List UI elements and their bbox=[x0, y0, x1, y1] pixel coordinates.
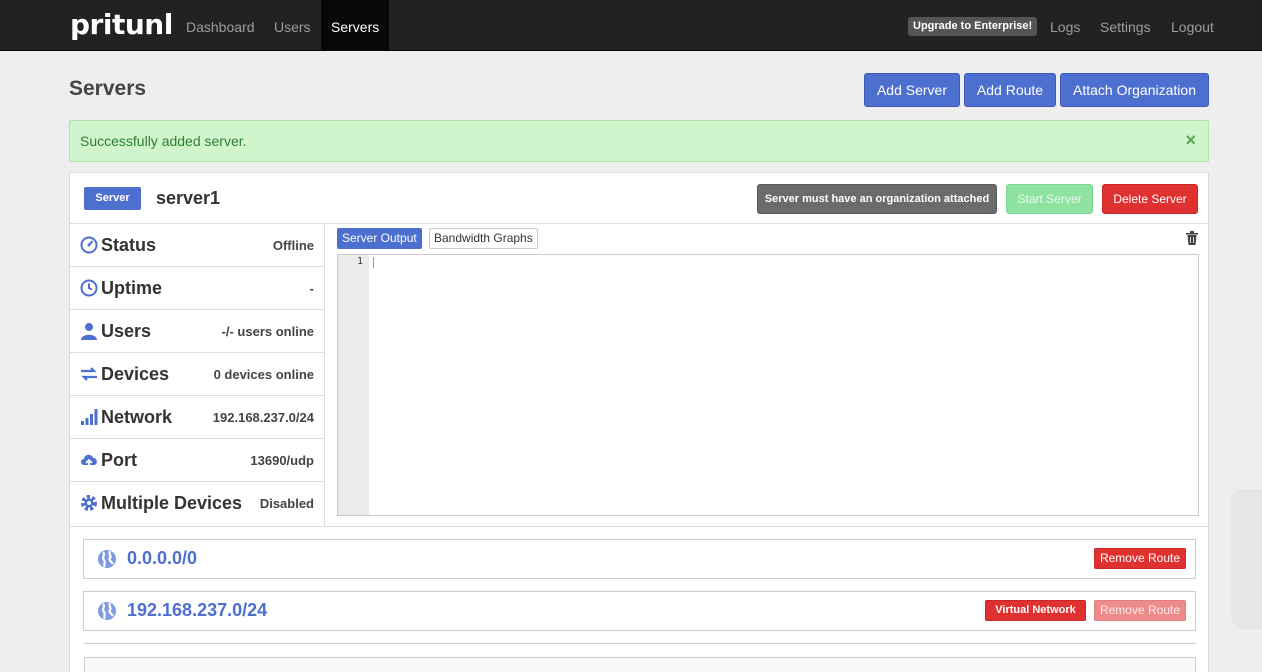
route-network[interactable]: 0.0.0.0/0 bbox=[127, 548, 197, 569]
route-network[interactable]: 192.168.237.0/24 bbox=[127, 600, 267, 621]
stat-uptime: Uptime - bbox=[70, 267, 324, 310]
stat-value: 192.168.237.0/24 bbox=[212, 410, 314, 425]
stat-label: Users bbox=[101, 321, 152, 341]
tab-server-output[interactable]: Server Output bbox=[337, 228, 422, 249]
stat-label: Port bbox=[101, 450, 137, 470]
trash-icon[interactable] bbox=[1186, 231, 1198, 245]
nav-settings[interactable]: Settings bbox=[1090, 0, 1161, 51]
top-navbar: pritunl Dashboard Users Servers Upgrade … bbox=[0, 0, 1262, 51]
stat-value: Disabled bbox=[259, 496, 314, 511]
add-server-button[interactable]: Add Server bbox=[864, 73, 960, 107]
attach-organization-button[interactable]: Attach Organization bbox=[1060, 73, 1209, 107]
clock-icon bbox=[80, 279, 98, 297]
success-alert: Successfully added server. × bbox=[69, 120, 1209, 162]
user-icon bbox=[81, 323, 97, 340]
stat-multiple-devices: Multiple Devices Disabled bbox=[70, 482, 324, 525]
route-item: 192.168.237.0/24 Virtual Network Remove … bbox=[83, 591, 1196, 631]
editor-gutter: 1 bbox=[338, 255, 369, 515]
organizations-divider bbox=[84, 643, 1196, 644]
server-panel: Server server1 Server must have an organ… bbox=[69, 172, 1209, 672]
upgrade-enterprise-badge[interactable]: Upgrade to Enterprise! bbox=[908, 17, 1038, 36]
stat-value: - bbox=[309, 281, 314, 296]
start-server-button[interactable]: Start Server bbox=[1006, 184, 1093, 214]
signal-icon bbox=[81, 409, 98, 425]
stat-value: 0 devices online bbox=[213, 367, 314, 382]
server-panel-header: Server server1 Server must have an organ… bbox=[70, 173, 1208, 224]
stat-users: Users -/- users online bbox=[70, 310, 324, 353]
nav-users[interactable]: Users bbox=[264, 0, 321, 51]
page-title: Servers bbox=[69, 77, 147, 100]
transfer-icon bbox=[81, 367, 97, 381]
nav-logout[interactable]: Logout bbox=[1161, 0, 1224, 51]
stat-port: Port 13690/udp bbox=[70, 439, 324, 482]
nav-servers[interactable]: Servers bbox=[321, 0, 390, 51]
delete-server-button[interactable]: Delete Server bbox=[1102, 184, 1198, 214]
stat-devices: Devices 0 devices online bbox=[70, 353, 324, 396]
brand-logo[interactable]: pritunl bbox=[70, 8, 173, 42]
alert-message: Successfully added server. bbox=[80, 133, 247, 149]
stat-label: Status bbox=[101, 235, 157, 255]
tab-bandwidth-graphs[interactable]: Bandwidth Graphs bbox=[429, 228, 538, 249]
globe-icon bbox=[98, 550, 116, 568]
remove-route-button[interactable]: Remove Route bbox=[1094, 548, 1186, 569]
cloud-upload-icon bbox=[81, 454, 97, 468]
output-editor[interactable]: 1 bbox=[337, 254, 1199, 516]
route-item: 0.0.0.0/0 Remove Route bbox=[83, 539, 1196, 579]
stat-label: Uptime bbox=[101, 278, 163, 298]
stat-network: Network 192.168.237.0/24 bbox=[70, 396, 324, 439]
nav-logs[interactable]: Logs bbox=[1040, 0, 1090, 51]
globe-icon bbox=[98, 602, 116, 620]
server-badge: Server bbox=[84, 187, 141, 210]
nav-dashboard[interactable]: Dashboard bbox=[176, 0, 265, 51]
stat-label: Network bbox=[101, 407, 173, 427]
virtual-network-badge: Virtual Network bbox=[985, 600, 1086, 621]
stat-label: Devices bbox=[101, 364, 170, 384]
editor-cursor bbox=[373, 257, 374, 268]
remove-route-button-disabled[interactable]: Remove Route bbox=[1094, 600, 1186, 621]
side-feedback-tab[interactable] bbox=[1231, 489, 1262, 629]
stat-value: -/- users online bbox=[221, 324, 314, 339]
cog-icon bbox=[81, 495, 97, 511]
stat-status: Status Offline bbox=[70, 224, 324, 267]
org-required-warning-button: Server must have an organization attache… bbox=[757, 184, 997, 214]
stat-label: Multiple Devices bbox=[101, 493, 243, 513]
routes-separator bbox=[70, 526, 1208, 527]
server-name[interactable]: server1 bbox=[156, 188, 220, 209]
alert-close-icon[interactable]: × bbox=[1185, 130, 1196, 151]
dashboard-icon bbox=[80, 236, 98, 254]
line-number: 1 bbox=[356, 256, 363, 267]
server-stats: Status Offline Uptime - Users -/- users … bbox=[70, 224, 325, 526]
stat-value: 13690/udp bbox=[250, 453, 314, 468]
stat-value: Offline bbox=[272, 238, 314, 253]
organizations-section bbox=[84, 657, 1196, 672]
server-output-area: Server Output Bandwidth Graphs 1 bbox=[326, 224, 1208, 526]
add-route-button[interactable]: Add Route bbox=[964, 73, 1056, 107]
